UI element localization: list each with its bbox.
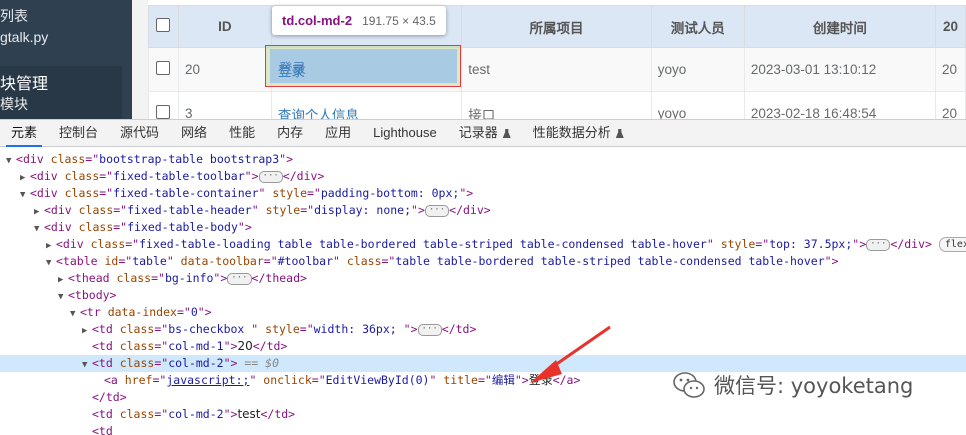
sidebar-item-module[interactable]: 模块 [0,94,28,114]
dom-node[interactable]: ▼ <div class="fixed-table-body"> [34,219,252,236]
collapse-triangle-icon[interactable]: ▼ [20,187,30,204]
cell-project: 接口 [461,91,652,119]
highlighted-link-text: 登录 [279,61,306,76]
flask-icon [502,129,511,138]
dom-node[interactable]: ▼ <tbody> [58,287,116,304]
tab-console[interactable]: 控制台 [48,120,109,146]
sidebar-item-gtalk[interactable]: gtalk.py [0,29,48,45]
dom-node[interactable]: ▶ <div class="fixed-table-loading table t… [46,236,966,253]
collapse-triangle-icon[interactable]: ▼ [34,221,44,238]
collapse-triangle-icon[interactable]: ▼ [82,357,92,374]
tab-label: 性能 [229,125,256,140]
cell-created: 2023-02-18 16:48:54 [743,91,936,119]
header-project[interactable]: 所属项目 [461,5,652,48]
flask-icon [615,129,624,138]
row-checkbox[interactable] [156,61,171,75]
collapse-triangle-icon[interactable]: ▼ [70,306,80,323]
ellipsis-icon[interactable]: ··· [866,238,891,251]
cell-id: 20 [177,47,272,92]
devtools-tabbar: 元素 控制台 源代码 网络 性能 内存 应用 Lighthouse 记录器 性能… [0,120,966,147]
tab-label: 记录器 [458,125,498,140]
dom-node[interactable]: ▼ <div class="bootstrap-table bootstrap3"… [6,151,293,168]
dom-node[interactable]: <td class="col-md-1">20</td> [92,338,287,355]
header-tester[interactable]: 测试人员 [650,5,745,48]
header-id[interactable]: ID [177,5,272,48]
tab-performance-insights[interactable]: 性能数据分析 [522,120,635,146]
header-created[interactable]: 创建时间 [743,5,936,48]
dollar-zero-marker: == $0 [244,356,279,370]
dom-node[interactable]: ▶ <div class="fixed-table-header" style="… [34,202,491,219]
cell-tester: yoyo [650,47,745,92]
tab-label: 性能数据分析 [532,125,611,140]
row-checkbox-cell[interactable] [148,47,179,92]
cell-tester: yoyo [650,91,745,119]
ellipsis-icon[interactable]: ··· [424,204,450,217]
cell-extra: 20 [934,91,966,119]
inspect-tooltip: td.col-md-2 191.75 × 43.5 [272,6,446,35]
dom-node[interactable]: ▶ <div class="fixed-table-toolbar"> ··· </d… [20,168,324,185]
tab-label: 元素 [11,125,38,140]
collapse-triangle-icon[interactable]: ▼ [58,289,68,306]
wechat-icon [673,372,705,398]
tab-label: 源代码 [120,125,160,140]
cell-name: 查询个人信息 [270,91,463,120]
tab-label: Lighthouse [373,125,437,140]
tab-elements[interactable]: 元素 [0,120,48,147]
select-all-checkbox[interactable] [156,18,171,32]
page-viewport: 列表 gtalk.py 块管理 模块 ID 所属项目 测试人员 创建时间 20 [0,0,966,119]
dom-node-cutoff: <td [92,424,113,435]
dom-node[interactable]: ▶ <thead class="bg-info"> ··· </thead> [58,270,307,287]
collapse-triangle-icon[interactable]: ▼ [6,153,16,170]
header-select-all[interactable] [148,5,179,48]
watermark: 微信号: yoyoketang [672,370,913,400]
tab-lighthouse[interactable]: Lighthouse [362,120,448,146]
dom-node[interactable]: ▼ <div class="fixed-table-container" styl… [20,185,473,202]
edit-link[interactable]: 查询个人信息 [278,108,359,120]
href-link[interactable]: javascript:; [166,373,249,387]
row-checkbox[interactable] [156,105,171,119]
tab-label: 内存 [277,125,304,140]
row-checkbox-cell[interactable] [148,91,179,119]
watermark-text: 微信号: yoyoketang [714,374,914,398]
content-gutter [132,0,148,119]
cell-created: 2023-03-01 13:10:12 [743,47,936,92]
table-row: 3 查询个人信息 接口 yoyo 2023-02-18 16:48:54 20 [148,91,966,120]
dom-node[interactable]: ▼ <tr data-index="0"> [70,304,212,321]
sidebar-section: 块管理 模块 [0,66,122,119]
cell-extra: 20 [934,47,966,92]
tab-application[interactable]: 应用 [314,120,362,146]
header-extra[interactable]: 20 [934,5,966,48]
tab-label: 控制台 [59,125,99,140]
flex-badge[interactable]: flex [938,237,966,252]
tab-network[interactable]: 网络 [170,120,218,146]
ellipsis-icon[interactable]: ··· [227,272,252,285]
tab-label: 网络 [181,125,208,140]
tab-memory[interactable]: 内存 [266,120,314,146]
dom-node[interactable]: ▶ <td class="bs-checkbox " style="width: … [82,321,476,338]
tooltip-selector: td.col-md-2 [282,13,353,28]
ellipsis-icon[interactable]: ··· [258,170,283,183]
sidebar-item-list[interactable]: 列表 [0,6,28,26]
tab-sources[interactable]: 源代码 [109,120,170,146]
dom-node[interactable]: <a href="javascript:;" onclick="EditView… [104,372,580,389]
collapse-triangle-icon[interactable]: ▼ [46,255,56,272]
tab-performance[interactable]: 性能 [218,120,266,146]
sidebar: 列表 gtalk.py 块管理 模块 [0,0,132,119]
expand-triangle-icon[interactable]: ▶ [82,323,92,340]
dom-node[interactable]: </td> [92,389,127,406]
tooltip-size: 191.75 × 43.5 [362,13,436,28]
tab-recorder[interactable]: 记录器 [448,120,522,146]
dom-node[interactable]: <td class="col-md-2">test</td> [92,406,295,423]
sidebar-section-title[interactable]: 块管理 [0,70,48,94]
dom-node[interactable]: ▼ <table id="table" data-toolbar="#toolba… [46,253,838,270]
cell-id: 3 [177,91,272,119]
ellipsis-icon[interactable]: ··· [417,323,442,336]
cell-project: test [461,47,652,92]
tab-label: 应用 [325,125,352,140]
